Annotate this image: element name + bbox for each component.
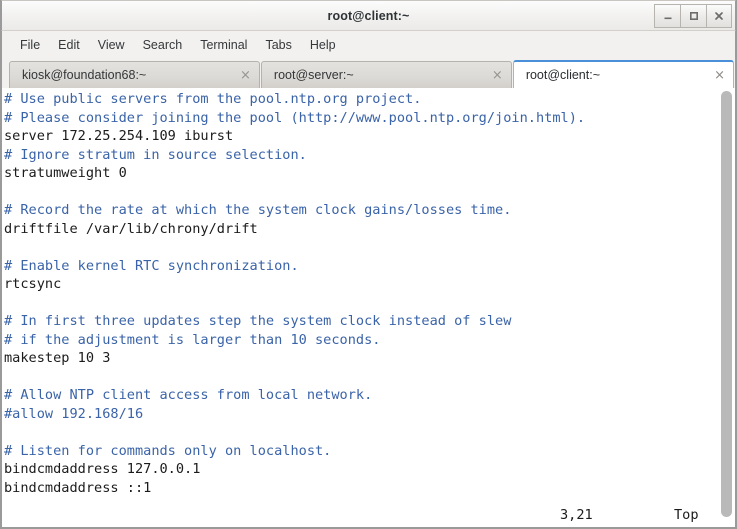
window-controls (654, 4, 732, 28)
terminal-line: # Please consider joining the pool (http… (4, 109, 586, 126)
close-button[interactable] (706, 4, 732, 28)
scrollbar-thumb[interactable] (721, 91, 732, 517)
terminal-line: stratumweight 0 (4, 165, 127, 181)
menu-item-search[interactable]: Search (134, 35, 192, 55)
close-icon (715, 12, 723, 20)
terminal-line: # Record the rate at which the system cl… (4, 202, 512, 218)
tab-kiosk-foundation68[interactable]: kiosk@foundation68:~ × (9, 61, 260, 88)
maximize-icon (689, 11, 698, 21)
tab-label: kiosk@foundation68:~ (22, 68, 147, 82)
tab-close-icon[interactable]: × (484, 69, 503, 82)
terminal-line: bindcmdaddress ::1 (4, 479, 152, 496)
terminal-line: # Enable kernel RTC synchronization. (4, 257, 299, 274)
terminal-line: bindcmdaddress 127.0.0.1 (4, 461, 201, 477)
terminal-line: # In first three updates step the system… (4, 313, 512, 329)
titlebar: root@client:~ (1, 0, 736, 31)
menu-item-file[interactable]: File (11, 35, 49, 55)
tabbar: kiosk@foundation68:~ × root@server:~ × r… (1, 58, 736, 88)
tab-root-server[interactable]: root@server:~ × (260, 61, 512, 88)
tab-close-icon[interactable]: × (706, 69, 725, 82)
terminal-text: # Use public servers from the pool.ntp.o… (4, 90, 717, 527)
window-title: root@client:~ (327, 9, 410, 23)
terminal-line: driftfile /var/lib/chrony/drift (4, 220, 258, 237)
terminal-line: server 172.25.254.109 iburst (4, 128, 234, 144)
menu-item-terminal[interactable]: Terminal (191, 35, 256, 55)
vim-statusline: 3,21 Top (4, 506, 717, 525)
terminal-line: # if the adjustment is larger than 10 se… (4, 331, 381, 348)
tab-label: root@server:~ (273, 68, 354, 82)
terminal-line: # Listen for commands only on localhost. (4, 442, 332, 459)
menu-item-view[interactable]: View (89, 35, 134, 55)
tab-close-icon[interactable]: × (232, 69, 251, 82)
minimize-icon (664, 17, 671, 20)
vim-scroll-position: Top (674, 507, 699, 523)
terminal-scrollbar[interactable] (720, 90, 733, 525)
terminal-line: # Allow NTP client access from local net… (4, 387, 373, 403)
menubar: File Edit View Search Terminal Tabs Help (1, 31, 736, 58)
menu-item-edit[interactable]: Edit (49, 35, 89, 55)
terminal-line: # Ignore stratum in source selection. (4, 146, 307, 163)
menu-item-help[interactable]: Help (301, 35, 345, 55)
maximize-button[interactable] (680, 4, 706, 28)
terminal-content-area[interactable]: # Use public servers from the pool.ntp.o… (1, 88, 736, 528)
tab-root-client[interactable]: root@client:~ × (512, 60, 734, 88)
menu-item-tabs[interactable]: Tabs (256, 35, 300, 55)
terminal-line: #allow 192.168/16 (4, 405, 144, 422)
tab-label: root@client:~ (525, 68, 600, 82)
minimize-button[interactable] (654, 4, 680, 28)
terminal-window: root@client:~ File Edit View Search Term… (0, 0, 737, 529)
terminal-line: # Use public servers from the pool.ntp.o… (4, 91, 422, 107)
terminal-line: makestep 10 3 (4, 350, 111, 366)
vim-cursor-position: 3,21 (560, 507, 593, 523)
terminal-line: rtcsync (4, 276, 62, 292)
